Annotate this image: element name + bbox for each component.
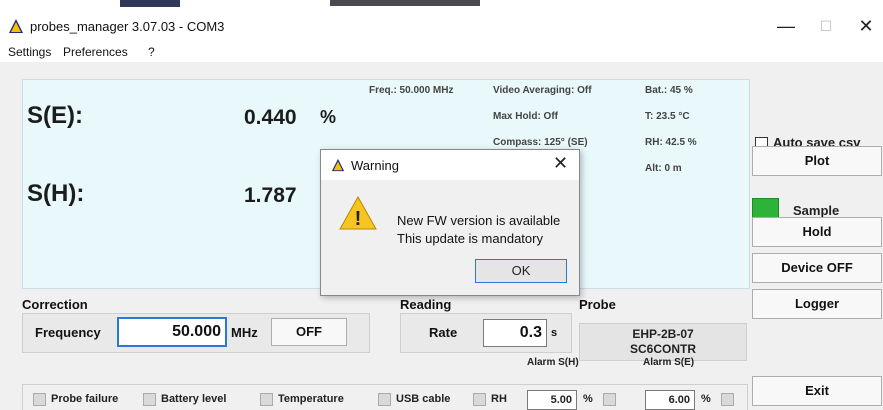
sh-value: 1.787	[244, 184, 297, 207]
compass-readout: Compass: 125° (SE)	[493, 137, 588, 148]
correction-group: Frequency 50.000 MHz OFF	[22, 313, 370, 353]
rate-input[interactable]: 0.3	[483, 319, 547, 347]
menu-settings[interactable]: Settings	[8, 45, 51, 59]
dialog-message-line2: This update is mandatory	[397, 231, 543, 246]
temperature-readout: T: 23.5 °C	[645, 111, 690, 122]
menu-bar: Settings Preferences ?	[0, 42, 883, 62]
warning-small-icon	[331, 158, 345, 172]
warning-icon: !	[339, 196, 377, 230]
rh-indicator	[473, 393, 486, 406]
temperature-label: Temperature	[278, 393, 344, 405]
dialog-message-line1: New FW version is available	[397, 213, 561, 228]
alarm-sh-label: Alarm S(H)	[527, 357, 579, 368]
dialog-title: Warning	[351, 158, 399, 173]
alarm-se-input[interactable]: 6.00	[645, 390, 695, 410]
title-bar[interactable]: probes_manager 3.07.03 - COM3 — ☐ ✕	[0, 10, 883, 42]
probe-section-title: Probe	[579, 297, 616, 312]
app-warning-icon	[9, 19, 23, 33]
se-value: 0.440	[244, 106, 297, 129]
dialog-body: ! New FW version is available This updat…	[321, 180, 579, 295]
rate-label: Rate	[429, 325, 458, 340]
frequency-readout: Freq.: 50.000 MHz	[369, 85, 454, 96]
se-unit: %	[320, 107, 337, 127]
battery-readout: Bat.: 45 %	[645, 85, 693, 96]
alarm-se-indicator	[721, 393, 734, 406]
frequency-unit: MHz	[231, 325, 258, 340]
reading-section-title: Reading	[400, 297, 452, 312]
temperature-indicator	[260, 393, 273, 406]
se-label: S(E):	[27, 102, 83, 129]
max-hold-readout: Max Hold: Off	[493, 111, 558, 122]
altitude-readout: Alt: 0 m	[645, 163, 682, 174]
status-bar: Probe failure Battery level Temperature …	[22, 384, 748, 410]
warning-icon-glyph: !	[355, 208, 362, 230]
sh-label: S(H):	[27, 180, 85, 207]
dialog-ok-button[interactable]: OK	[475, 259, 567, 283]
maximize-button[interactable]: ☐	[806, 12, 846, 40]
rh-label: RH	[491, 393, 507, 405]
video-averaging-readout: Video Averaging: Off	[493, 85, 592, 96]
probe-failure-indicator	[33, 393, 46, 406]
alarm-sh-indicator	[603, 393, 616, 406]
battery-level-label: Battery level	[161, 393, 227, 405]
minimize-button[interactable]: —	[766, 12, 806, 40]
probe-info: EHP-2B-07 SC6CONTR	[579, 323, 747, 361]
alarm-sh-unit: %	[583, 393, 593, 405]
plot-button[interactable]: Plot	[752, 146, 882, 176]
menu-help[interactable]: ?	[148, 45, 155, 59]
background-window-fragment	[120, 0, 180, 7]
dialog-close-button[interactable]: ✕	[553, 153, 568, 174]
alarm-se-label: Alarm S(E)	[643, 357, 695, 368]
battery-level-indicator	[143, 393, 156, 406]
correction-section-title: Correction	[22, 297, 88, 312]
app-window: probes_manager 3.07.03 - COM3 — ☐ ✕ Sett…	[0, 10, 883, 410]
probe-failure-label: Probe failure	[51, 393, 119, 405]
close-button[interactable]: ✕	[846, 12, 883, 40]
device-off-button[interactable]: Device OFF	[752, 253, 882, 283]
rate-unit: s	[551, 327, 558, 339]
reading-group: Rate 0.3 s	[400, 313, 572, 353]
sample-label: Sample	[793, 203, 840, 218]
usb-cable-indicator	[378, 393, 391, 406]
usb-cable-label: USB cable	[396, 393, 451, 405]
frequency-input[interactable]: 50.000	[117, 317, 227, 347]
frequency-label: Frequency	[35, 325, 101, 340]
logger-button[interactable]: Logger	[752, 289, 882, 319]
warning-dialog: Warning ✕ ! New FW version is available …	[320, 149, 580, 296]
alarm-sh-input[interactable]: 5.00	[527, 390, 577, 410]
exit-button[interactable]: Exit	[752, 376, 882, 406]
menu-preferences[interactable]: Preferences	[63, 45, 128, 59]
window-title: probes_manager 3.07.03 - COM3	[30, 19, 225, 34]
hold-button[interactable]: Hold	[752, 217, 882, 247]
probe-model: EHP-2B-07	[632, 327, 694, 341]
probe-serial: SC6CONTR	[629, 342, 696, 356]
correction-off-button[interactable]: OFF	[271, 318, 347, 346]
background-window-fragment	[330, 0, 480, 6]
alarm-se-unit: %	[701, 393, 711, 405]
humidity-readout: RH: 42.5 %	[645, 137, 697, 148]
dialog-title-bar[interactable]: Warning ✕	[321, 150, 579, 180]
